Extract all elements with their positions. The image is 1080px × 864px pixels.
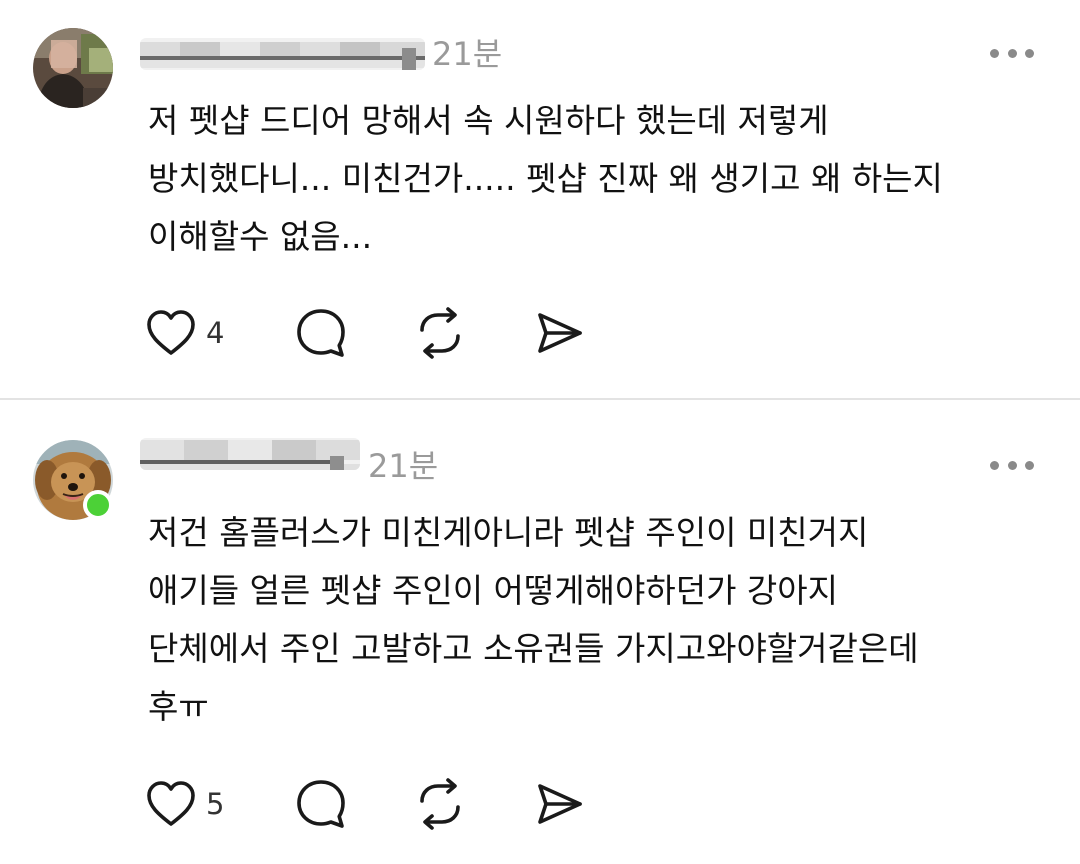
post-text-line: 후ㅠ	[148, 687, 209, 726]
reply-button[interactable]	[294, 305, 348, 361]
repost-icon	[420, 307, 460, 359]
comment-post: 21분 저 펫샵 드디어 망해서 속 시원하다 했는데 저렇게 방치했다니...…	[0, 0, 1080, 398]
post-text-line: 저 펫샵 드디어 망해서 속 시원하다 했는데 저렇게	[148, 101, 829, 140]
repost-icon	[420, 778, 460, 830]
more-options-button[interactable]	[990, 43, 1034, 63]
post-text-line: 저건 홈플러스가 미친게아니라 펫샵 주인이 미친거지	[148, 513, 869, 552]
more-options-button[interactable]	[990, 455, 1034, 475]
comment-bubble-icon	[297, 309, 345, 357]
repost-button[interactable]	[412, 305, 468, 361]
like-count: 4	[206, 316, 225, 350]
heart-icon	[147, 310, 195, 355]
post-text-line: 애기들 얼른 펫샵 주인이 어떻게해야하던가 강아지	[148, 571, 839, 610]
post-time: 21분	[432, 35, 503, 73]
avatar[interactable]	[33, 28, 113, 108]
post-body: 저 펫샵 드디어 망해서 속 시원하다 했는데 저렇게 방치했다니... 미친건…	[148, 92, 1048, 266]
action-bar: 5	[144, 776, 604, 832]
reply-button[interactable]	[294, 776, 348, 832]
share-button[interactable]	[534, 776, 586, 832]
comment-post: 21분 저건 홈플러스가 미친게아니라 펫샵 주인이 미친거지 애기들 얼른 펫…	[0, 400, 1080, 864]
username-redacted[interactable]	[140, 438, 360, 470]
online-status-dot	[83, 490, 113, 520]
post-time: 21분	[368, 447, 439, 485]
post-text-line: 방치했다니... 미친건가..... 펫샵 진짜 왜 생기고 왜 하는지	[148, 159, 943, 198]
post-text-line: 단체에서 주인 고발하고 소유권들 가지고와야할거같은데	[148, 629, 919, 668]
action-bar: 4	[144, 305, 604, 361]
post-body: 저건 홈플러스가 미친게아니라 펫샵 주인이 미친거지 애기들 얼른 펫샵 주인…	[148, 504, 1048, 736]
more-dots-icon	[990, 460, 999, 470]
heart-icon	[147, 781, 195, 826]
like-button[interactable]: 5	[144, 776, 224, 832]
username-redacted[interactable]	[140, 38, 425, 70]
like-count: 5	[206, 787, 225, 821]
repost-button[interactable]	[412, 776, 468, 832]
comment-bubble-icon	[297, 780, 345, 828]
more-dots-icon	[990, 48, 999, 58]
like-button[interactable]: 4	[144, 305, 224, 361]
post-text-line: 이해할수 없음...	[148, 217, 373, 256]
send-icon	[538, 313, 582, 353]
send-icon	[538, 784, 582, 824]
share-button[interactable]	[534, 305, 586, 361]
